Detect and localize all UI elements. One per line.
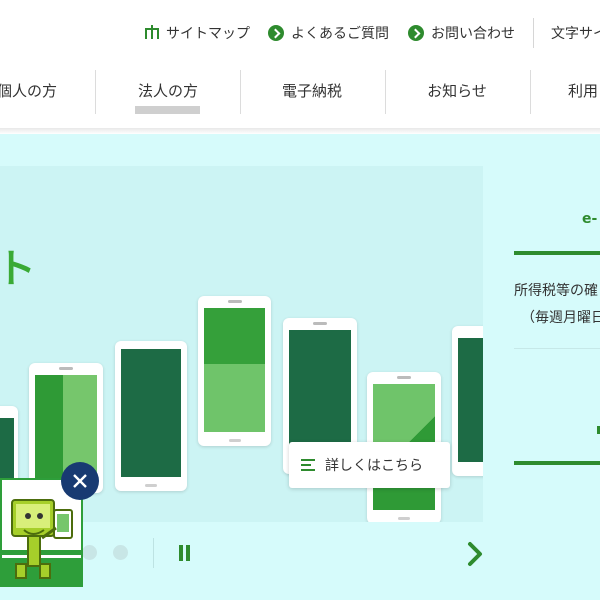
menu-lines-icon xyxy=(301,459,315,471)
nav-item-news[interactable]: お知らせ xyxy=(417,64,497,116)
sitemap-label: サイトマップ xyxy=(166,26,250,42)
phone-illustration xyxy=(115,341,187,491)
info-text-line: （毎週月曜日 xyxy=(521,310,600,326)
arrow-circle-icon xyxy=(268,25,284,41)
nav-item-label: 利用 xyxy=(568,81,599,100)
sitemap-icon xyxy=(145,25,159,39)
nav-separator xyxy=(385,70,386,114)
close-icon xyxy=(73,474,87,488)
nav-separator xyxy=(530,70,531,114)
nav-item-label: 電子納税 xyxy=(281,81,342,100)
contact-label: お問い合わせ xyxy=(431,26,515,42)
details-label: 詳しくはこちら xyxy=(325,458,423,474)
info-panel-label: e- xyxy=(582,211,598,227)
nav-item-label: 個人の方 xyxy=(0,81,57,100)
nav-item-label: 法人の方 xyxy=(137,81,198,100)
arrow-circle-icon xyxy=(408,25,424,41)
info-panel-bar xyxy=(514,461,600,465)
nav-item-e-tax-payment[interactable]: 電子納税 xyxy=(272,64,352,116)
info-divider xyxy=(514,348,600,349)
details-button[interactable]: 詳しくはこちら xyxy=(289,442,450,488)
nav-separator xyxy=(240,70,241,114)
utility-divider xyxy=(533,18,534,48)
nav-separator xyxy=(95,70,96,114)
carousel-dot[interactable] xyxy=(82,545,97,560)
info-panel-bar xyxy=(514,251,600,255)
faq-link[interactable]: よくあるご質問 xyxy=(268,22,389,44)
slide-headline: ト xyxy=(0,246,36,292)
pause-icon[interactable] xyxy=(177,545,193,563)
nav-item-label: お知らせ xyxy=(427,81,487,100)
contact-link[interactable]: お問い合わせ xyxy=(408,22,515,44)
carousel-dot[interactable] xyxy=(113,545,128,560)
phone-illustration xyxy=(198,296,271,446)
close-button[interactable] xyxy=(61,462,99,500)
nav-active-indicator xyxy=(135,106,200,114)
carousel-control-separator xyxy=(153,538,154,568)
chevron-right-icon[interactable] xyxy=(462,541,488,567)
faq-label: よくあるご質問 xyxy=(291,26,389,42)
sitemap-link[interactable]: サイトマップ xyxy=(144,22,250,44)
nav-item-usage[interactable]: 利用 xyxy=(568,64,600,116)
phone-illustration xyxy=(452,326,483,476)
text-size-label: 文字サイ xyxy=(551,26,600,42)
utility-bar: サイトマップ よくあるご質問 お問い合わせ 文字サイ xyxy=(0,0,600,64)
nav-item-individual[interactable]: 個人の方 xyxy=(0,64,62,116)
info-text-line: 所得税等の確 xyxy=(514,283,598,299)
global-nav: 個人の方 法人の方 電子納税 お知らせ 利用 xyxy=(0,64,600,116)
text-size-control[interactable]: 文字サイ xyxy=(551,22,600,44)
